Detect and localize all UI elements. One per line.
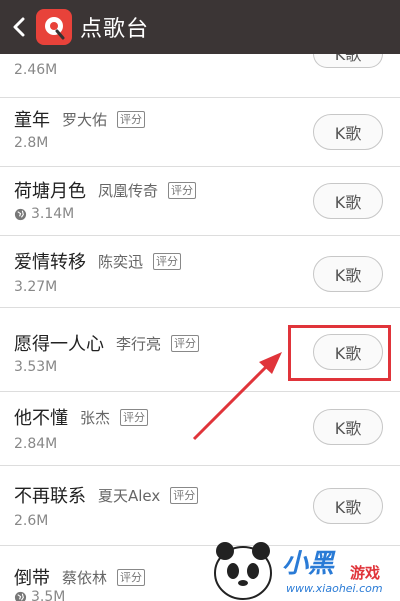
song-size: 3.14M [14, 206, 74, 222]
song-size: 3.5M [14, 589, 65, 601]
k-song-button[interactable]: K歌 [313, 114, 383, 150]
song-row: 童年 罗大佑 评分 2.8M K歌 [0, 98, 400, 167]
score-badge[interactable]: 评分 [171, 334, 200, 352]
song-title: 不再联系 [14, 486, 86, 507]
back-arrow-icon [13, 17, 25, 37]
song-size: 2.84M [14, 436, 58, 452]
k-song-button[interactable]: K歌 [313, 409, 383, 445]
song-artist: 李行亮 [116, 334, 162, 353]
score-badge[interactable]: 评分 [120, 408, 149, 426]
song-size: 3.27M [14, 279, 58, 295]
song-row: 荷塘月色 凤凰传奇 评分 3.14M K歌 [0, 167, 400, 236]
title-bar: 点歌台 [0, 0, 400, 54]
page-title: 点歌台 [80, 17, 150, 42]
song-title: 童年 [14, 110, 50, 131]
song-title: 爱情转移 [14, 252, 86, 273]
score-badge[interactable]: 评分 [117, 110, 146, 128]
score-badge[interactable]: 评分 [117, 568, 146, 586]
watermark-url: www.xiaohei.com [286, 582, 383, 595]
song-title: 倒带 [14, 568, 50, 589]
k-song-button[interactable]: K歌 [313, 256, 383, 292]
song-artist: 蔡依林 [62, 568, 108, 587]
score-badge[interactable]: 评分 [168, 181, 197, 199]
watermark-brand-suffix: 游戏 [350, 564, 381, 582]
app-logo-icon [36, 9, 72, 45]
watermark-brand: 小黑 [282, 549, 335, 579]
song-size: 2.6M [14, 513, 49, 529]
song-artist: 张杰 [80, 408, 111, 427]
song-title: 荷塘月色 [14, 181, 86, 202]
song-row: 爱情转移 陈奕迅 评分 3.27M K歌 [0, 236, 400, 308]
song-row: 2.46M K歌 [0, 54, 400, 98]
score-badge[interactable]: 评分 [170, 486, 199, 504]
song-title: 他不懂 [14, 408, 68, 429]
song-row: 他不懂 张杰 评分 2.84M K歌 [0, 392, 400, 466]
song-title: 愿得一人心 [14, 334, 104, 355]
globe-icon [14, 208, 27, 220]
globe-icon [14, 591, 27, 601]
k-song-button[interactable]: K歌 [313, 54, 383, 68]
k-song-button[interactable]: K歌 [313, 183, 383, 219]
song-size: 3.53M [14, 359, 58, 375]
song-artist: 陈奕迅 [98, 252, 144, 271]
song-artist: 凤凰传奇 [98, 181, 159, 200]
song-size: 2.8M [14, 135, 49, 151]
k-song-button[interactable]: K歌 [313, 488, 383, 524]
back-button[interactable] [8, 12, 30, 42]
song-artist: 夏天Alex [98, 486, 161, 505]
song-size: 2.46M [14, 62, 58, 78]
song-artist: 罗大佑 [62, 110, 108, 129]
highlight-box [288, 325, 391, 381]
score-badge[interactable]: 评分 [153, 252, 182, 270]
